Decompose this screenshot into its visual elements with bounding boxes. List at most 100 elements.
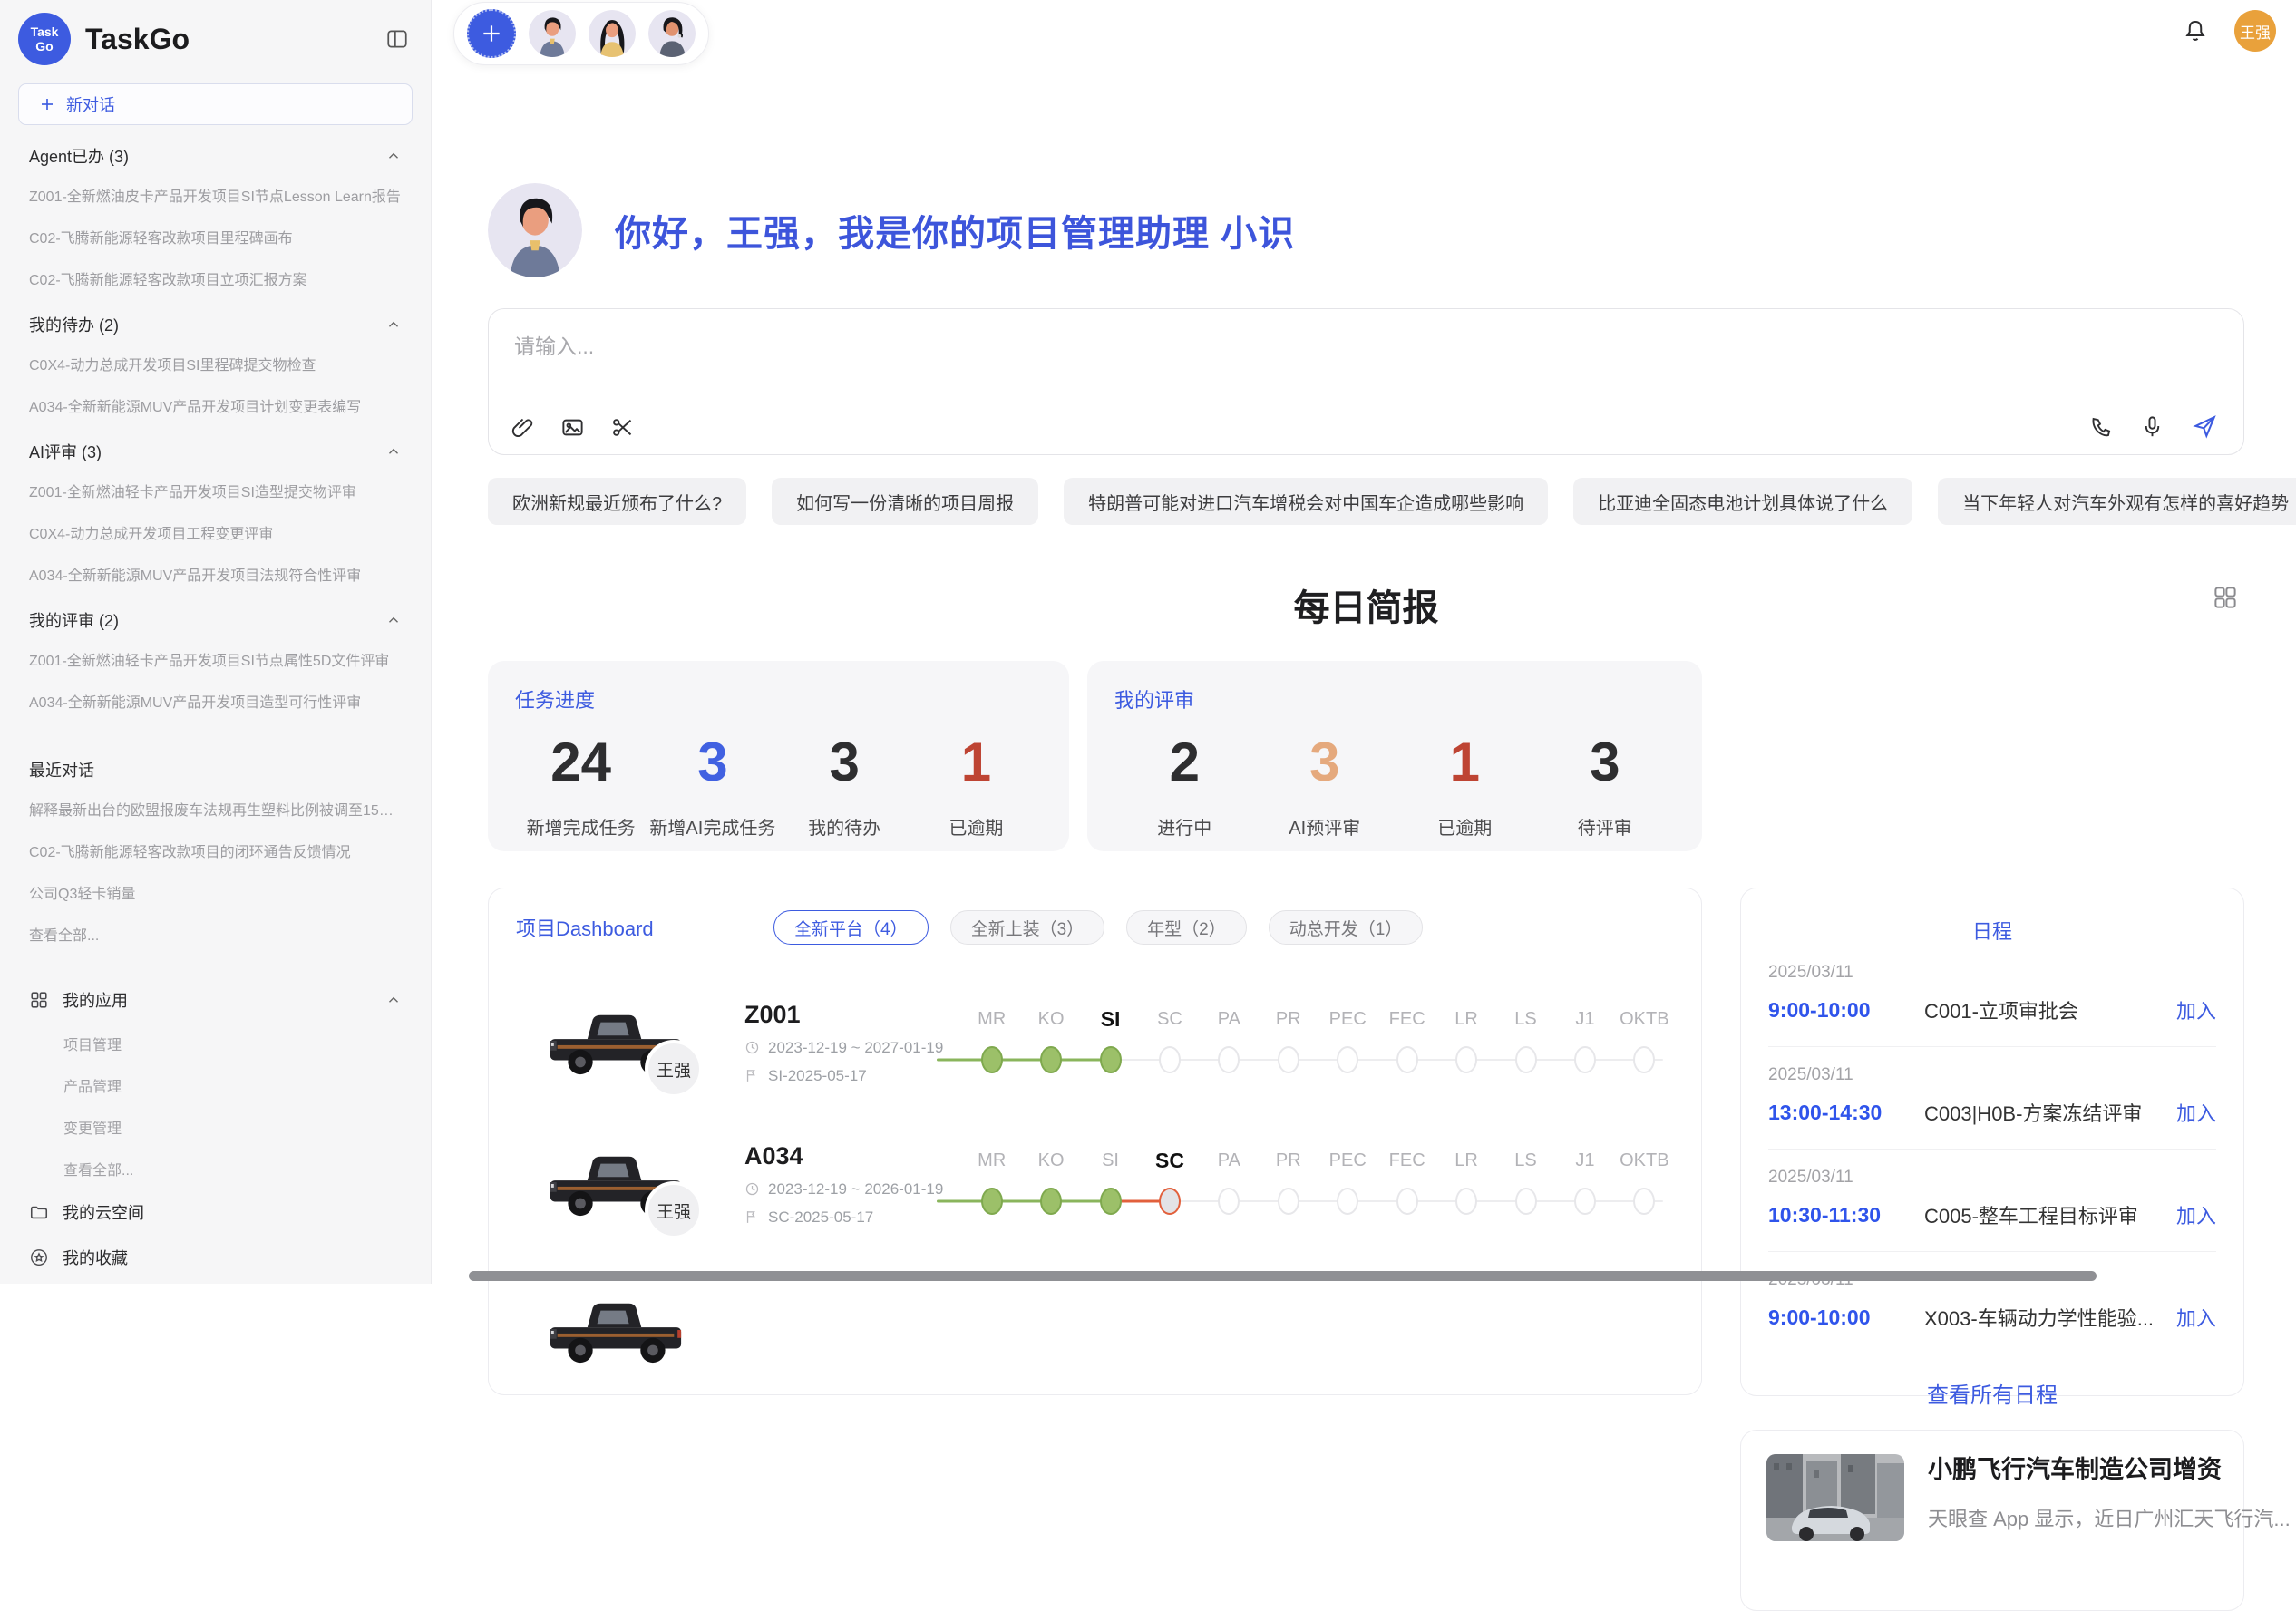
sidebar-item-favorites[interactable]: 我的收藏 (9, 1235, 422, 1280)
project-code: Z001 (744, 1001, 962, 1029)
sidebar-list-item[interactable]: Z001-全新燃油轻卡产品开发项目SI节点属性5D文件评审 (9, 638, 422, 680)
star-circle-icon (29, 1247, 49, 1267)
schedule-event: 2025/03/11 13:00-14:30 C003|H0B-方案冻结评审 加… (1768, 1047, 2216, 1150)
sidebar-list-item[interactable]: Z001-全新燃油轻卡产品开发项目SI造型提交物评审 (9, 470, 422, 511)
sidebar-list-item[interactable]: C02-飞腾新能源轻客改款项目的闭环通告反馈情况 (9, 830, 422, 871)
stat: 3 AI预评审 (1255, 733, 1396, 839)
milestone-label: SI (1081, 1147, 1140, 1174)
app-logo: Task Go (18, 13, 71, 65)
suggestion-chip[interactable]: 比亚迪全固态电池计划具体说了什么 (1573, 478, 1912, 525)
sidebar-list-item[interactable]: A034-全新新能源MUV产品开发项目法规符合性评审 (9, 553, 422, 595)
chevron-up-icon[interactable] (385, 316, 402, 333)
event-date: 2025/03/11 (1768, 1168, 2216, 1188)
chat-input[interactable] (507, 322, 2048, 394)
chevron-up-icon[interactable] (385, 612, 402, 628)
stat: 2 进行中 (1114, 733, 1255, 839)
project-row[interactable]: 王强 A034 2023-12-19 ~ 2026-01-19 SC-2025-… (516, 1124, 1674, 1244)
sidebar-app-subitem[interactable]: 变更管理 (9, 1106, 422, 1148)
milestone-dot (1396, 1046, 1418, 1073)
recent-chats-label: 最近对话 (29, 758, 94, 781)
sidebar-list-item[interactable]: Z001-全新燃油皮卡产品开发项目SI节点Lesson Learn报告 (9, 174, 422, 216)
suggestion-chip[interactable]: 欧洲新规最近颁布了什么? (488, 478, 746, 525)
milestone-dot (1100, 1188, 1122, 1215)
join-event-link[interactable]: 加入 (2176, 1303, 2216, 1332)
sidebar-section-heading[interactable]: 我的评审 (2) (9, 595, 422, 638)
briefing-cards: 任务进度 24 新增完成任务 3 新增AI完成任务 3 我的待办 1 已逾期 我… (488, 661, 2244, 851)
new-chat-label: 新对话 (66, 92, 115, 116)
sidebar-item-cloud-space[interactable]: 我的云空间 (9, 1189, 422, 1235)
project-row-partial[interactable] (516, 1271, 1674, 1391)
milestone-dot (1100, 1046, 1122, 1073)
sidebar-app-subitem[interactable]: 查看全部... (9, 1148, 422, 1189)
join-event-link[interactable]: 加入 (2176, 995, 2216, 1024)
milestone-label: SC (1140, 1147, 1199, 1174)
milestone-label: LR (1436, 1005, 1495, 1033)
suggestion-chip[interactable]: 当下年轻人对汽车外观有怎样的喜好趋势 (1938, 478, 2296, 525)
image-upload-icon[interactable] (560, 415, 585, 440)
stat-label: AI预评审 (1255, 813, 1396, 839)
horizontal-scrollbar[interactable] (469, 1271, 2097, 1281)
dashboard-filter-pill[interactable]: 动总开发（1） (1269, 910, 1424, 945)
event-title: C001-立项审批会 (1924, 995, 2164, 1024)
chevron-up-icon[interactable] (385, 443, 402, 460)
milestone-dot (1040, 1046, 1062, 1073)
sidebar-list-item[interactable]: A034-全新新能源MUV产品开发项目计划变更表编写 (9, 384, 422, 426)
chat-composer (488, 308, 2244, 455)
news-card[interactable]: 小鹏飞行汽车制造公司增资 天眼查 App 显示，近日广州汇天飞行汽... (1740, 1430, 2244, 1611)
scissors-icon[interactable] (610, 415, 635, 440)
send-icon[interactable] (2192, 413, 2218, 440)
new-chat-button[interactable]: 新对话 (18, 83, 413, 125)
milestone-label: PR (1259, 1005, 1318, 1033)
news-image (1766, 1454, 1904, 1541)
project-next-milestone: SI-2025-05-17 (768, 1067, 867, 1085)
suggestion-chip[interactable]: 如何写一份清晰的项目周报 (772, 478, 1038, 525)
sidebar-list-item[interactable]: A034-全新新能源MUV产品开发项目造型可行性评审 (9, 680, 422, 722)
plus-icon (39, 96, 55, 112)
sidebar-list-item[interactable]: 公司Q3轻卡销量 (9, 871, 422, 913)
recent-view-all[interactable]: 查看全部... (9, 913, 422, 955)
schedule-event: 2025/03/11 10:30-11:30 C005-整车工程目标评审 加入 (1768, 1150, 2216, 1252)
sidebar-item-my-apps[interactable]: 我的应用 (9, 977, 422, 1023)
sidebar-section-heading[interactable]: Agent已办 (3) (9, 131, 422, 174)
chevron-up-icon[interactable] (385, 148, 402, 164)
dashboard-filter-pill[interactable]: 全新上装（3） (950, 910, 1105, 945)
my-apps-sublist: 项目管理产品管理变更管理查看全部... (9, 1023, 422, 1189)
sidebar-list-item[interactable]: C0X4-动力总成开发项目SI里程碑提交物检查 (9, 343, 422, 384)
event-title: C005-整车工程目标评审 (1924, 1200, 2164, 1229)
voice-call-icon[interactable] (2088, 414, 2113, 439)
join-event-link[interactable]: 加入 (2176, 1200, 2216, 1229)
view-all-schedule-link[interactable]: 查看所有日程 (1768, 1354, 2216, 1431)
sidebar-app-subitem[interactable]: 产品管理 (9, 1064, 422, 1106)
sidebar-section-heading[interactable]: 我的待办 (2) (9, 299, 422, 343)
project-rows: 王强 Z001 2023-12-19 ~ 2027-01-19 SI-2025-… (516, 983, 1674, 1244)
attachment-icon[interactable] (511, 415, 535, 440)
milestone-label: SC (1140, 1005, 1199, 1033)
milestone-label: KO (1021, 1147, 1080, 1174)
dashboard-filter-pill[interactable]: 年型（2） (1126, 910, 1247, 945)
sidebar-list-item[interactable]: C02-飞腾新能源轻客改款项目里程碑画布 (9, 216, 422, 257)
schedule-events: 2025/03/11 9:00-10:00 C001-立项审批会 加入 2025… (1768, 945, 2216, 1354)
sidebar-list-item[interactable]: C02-飞腾新能源轻客改款项目立项汇报方案 (9, 257, 422, 299)
sidebar-app-subitem[interactable]: 项目管理 (9, 1023, 422, 1064)
stat-value: 3 (779, 733, 910, 791)
project-dates: 2023-12-19 ~ 2026-01-19 (768, 1180, 943, 1199)
milestone-track: MRKOSISCPAPRPECFECLRLSJ1OKTB (962, 1005, 1674, 1080)
suggestion-chips: 欧洲新规最近颁布了什么? 如何写一份清晰的项目周报特朗普可能对进口汽车增税会对中国… (488, 478, 2244, 525)
briefing-stat-card: 任务进度 24 新增完成任务 3 新增AI完成任务 3 我的待办 1 已逾期 (488, 661, 1069, 851)
daily-briefing-title: 每日简报 (488, 578, 2244, 631)
join-event-link[interactable]: 加入 (2176, 1098, 2216, 1127)
sidebar-section-heading[interactable]: AI评审 (3) (9, 426, 422, 470)
suggestion-chip[interactable]: 特朗普可能对进口汽车增税会对中国车企造成哪些影响 (1064, 478, 1548, 525)
milestone-label: LS (1496, 1005, 1555, 1033)
sidebar-list-item[interactable]: C0X4-动力总成开发项目工程变更评审 (9, 511, 422, 553)
dashboard-filter-pill[interactable]: 全新平台（4） (773, 910, 929, 945)
chevron-up-icon[interactable] (385, 992, 402, 1008)
project-row[interactable]: 王强 Z001 2023-12-19 ~ 2027-01-19 SI-2025-… (516, 983, 1674, 1102)
stat-value: 3 (1255, 733, 1396, 791)
assistant-avatar (488, 183, 582, 277)
sidebar-list-item[interactable]: 解释最新出台的欧盟报废车法规再生塑料比例被调至15%... (9, 788, 422, 830)
collapse-sidebar-icon[interactable] (385, 27, 409, 51)
briefing-layout-icon[interactable] (2212, 584, 2239, 611)
milestone-label: PR (1259, 1147, 1318, 1174)
microphone-icon[interactable] (2140, 414, 2165, 439)
